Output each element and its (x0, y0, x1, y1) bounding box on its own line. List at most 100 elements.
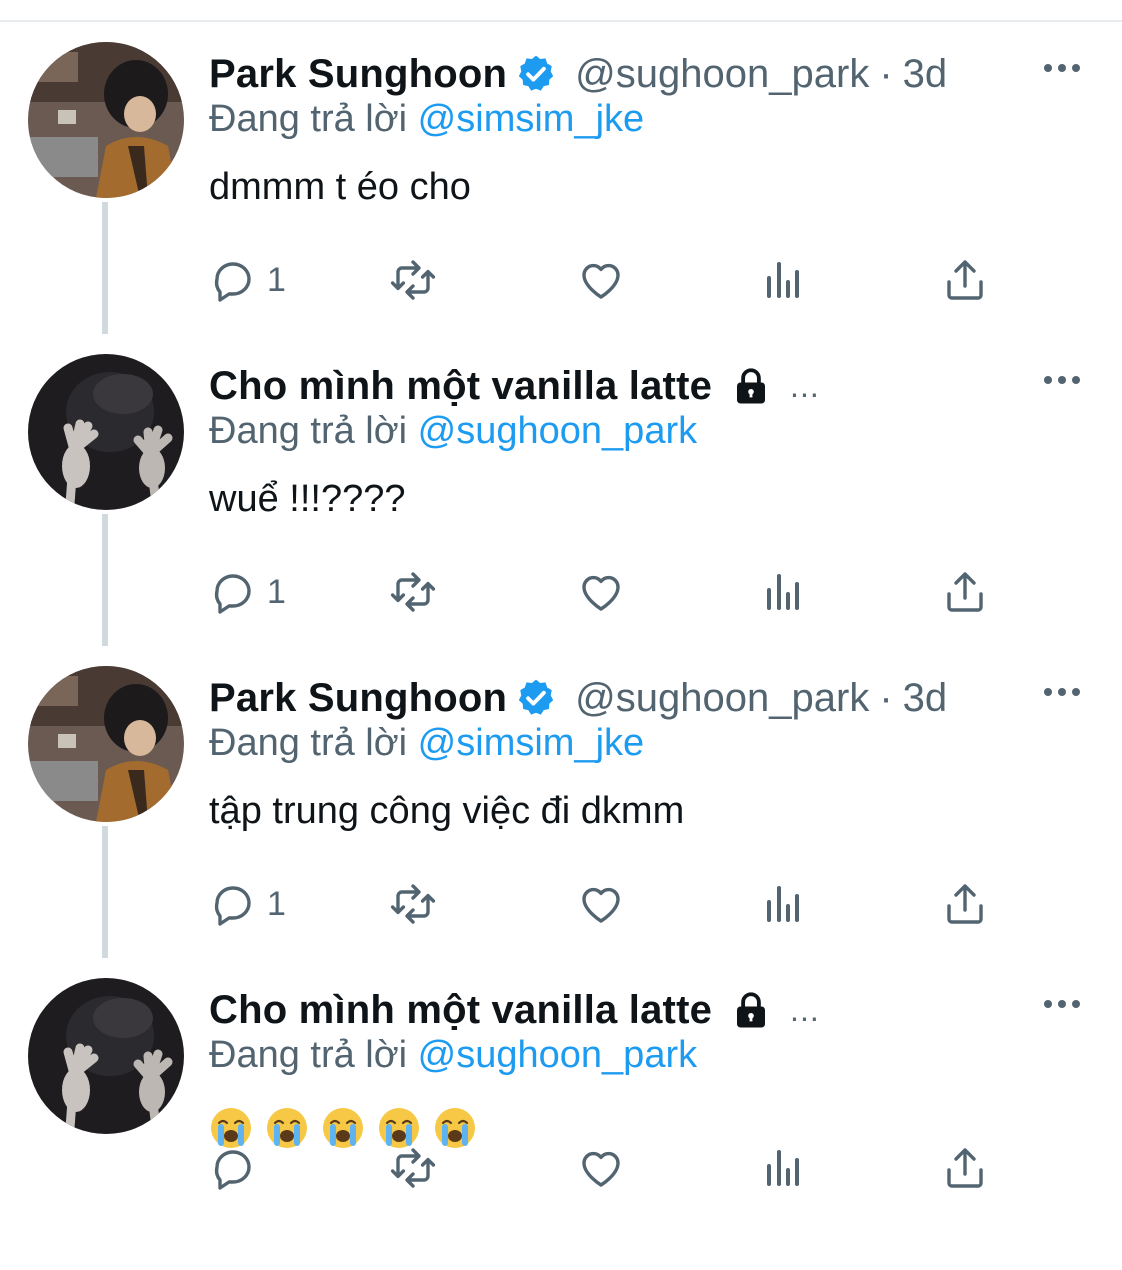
analytics-icon (767, 262, 799, 298)
tweet[interactable]: Park Sunghoon @sughoon_park · 3d Đang tr… (0, 646, 1122, 958)
replying-to: Đang trả lời @simsim_jke (209, 722, 644, 765)
tweet[interactable]: Cho mình một vanilla latte ... Đang trả … (0, 958, 1122, 1270)
analytics-icon (767, 1150, 799, 1186)
like-icon (582, 575, 620, 611)
display-name[interactable]: Park Sunghoon (209, 52, 507, 97)
tweet-header: Park Sunghoon @sughoon_park · 3d (209, 674, 947, 722)
reply-icon (214, 262, 251, 302)
avatar[interactable] (28, 978, 184, 1134)
lock-icon (737, 368, 766, 404)
name-truncation: ... (790, 991, 820, 1028)
tweet-text: dmmm t éo cho (209, 166, 471, 208)
share-button[interactable] (941, 254, 989, 306)
more-icon[interactable] (1042, 370, 1082, 390)
reply-icon (214, 886, 251, 926)
avatar-man-brown-jacket-image (28, 666, 184, 822)
analytics-button[interactable] (759, 878, 807, 930)
tweet-header: Park Sunghoon @sughoon_park · 3d (209, 50, 947, 98)
reply-button[interactable]: 1 (209, 254, 286, 306)
analytics-button[interactable] (759, 566, 807, 618)
handle[interactable]: @sughoon_park (575, 676, 869, 721)
retweet-button[interactable] (389, 566, 437, 618)
action-bar: 1 (209, 878, 1009, 930)
separator: · (879, 51, 893, 96)
share-button[interactable] (941, 878, 989, 930)
replying-to: Đang trả lời @sughoon_park (209, 1034, 697, 1077)
retweet-button[interactable] (389, 254, 437, 306)
timestamp[interactable]: 3d (903, 676, 948, 721)
mention-link[interactable]: @simsim_jke (418, 98, 644, 140)
verified-badge-icon (519, 55, 554, 91)
like-button[interactable] (577, 878, 625, 930)
display-name[interactable]: Cho mình một vanilla latte (209, 364, 712, 409)
analytics-icon (767, 886, 799, 922)
more-icon[interactable] (1042, 994, 1082, 1014)
tweet-text: wuể !!!???? (209, 478, 406, 520)
action-bar (209, 1142, 1009, 1194)
like-button[interactable] (577, 1142, 625, 1194)
retweet-button[interactable] (389, 878, 437, 930)
tweet-header: Cho mình một vanilla latte ... (209, 986, 820, 1034)
share-icon (947, 1148, 983, 1188)
like-icon (582, 263, 620, 299)
like-icon (582, 887, 620, 923)
avatar[interactable] (28, 666, 184, 822)
analytics-icon (767, 574, 799, 610)
thread-connector (102, 826, 108, 958)
tweet-header: Cho mình một vanilla latte ... (209, 362, 820, 410)
thread-connector (102, 202, 108, 334)
reply-button[interactable]: 1 (209, 878, 286, 930)
reply-button[interactable]: 1 (209, 566, 286, 618)
analytics-button[interactable] (759, 254, 807, 306)
separator: · (879, 675, 893, 720)
retweet-icon (390, 884, 436, 924)
lock-icon (737, 992, 766, 1028)
reply-count: 1 (267, 884, 286, 923)
retweet-icon (390, 572, 436, 612)
tweet[interactable]: Park Sunghoon @sughoon_park · 3d Đang tr… (0, 22, 1122, 334)
timestamp[interactable]: 3d (903, 52, 948, 97)
name-truncation: ... (790, 367, 820, 404)
analytics-button[interactable] (759, 1142, 807, 1194)
reply-button[interactable] (209, 1142, 267, 1194)
verified-badge-icon (519, 679, 554, 715)
reply-count: 1 (267, 260, 286, 299)
share-icon (947, 260, 983, 300)
replying-to-label: Đang trả lời (209, 722, 408, 764)
display-name[interactable]: Park Sunghoon (209, 676, 507, 721)
mention-link[interactable]: @sughoon_park (418, 1034, 697, 1076)
tweet[interactable]: Cho mình một vanilla latte ... Đang trả … (0, 334, 1122, 646)
reply-icon (214, 1150, 251, 1190)
more-icon[interactable] (1042, 58, 1082, 78)
tweet-text: tập trung công việc đi dkmm (209, 790, 685, 832)
retweet-button[interactable] (389, 1142, 437, 1194)
avatar[interactable] (28, 354, 184, 510)
reply-count: 1 (267, 572, 286, 611)
mention-link[interactable]: @sughoon_park (418, 410, 697, 452)
retweet-icon (390, 260, 436, 300)
share-icon (947, 884, 983, 924)
like-icon (582, 1151, 620, 1187)
avatar-man-brown-jacket-image (28, 42, 184, 198)
mention-link[interactable]: @simsim_jke (418, 722, 644, 764)
action-bar: 1 (209, 566, 1009, 618)
avatar-hands-dark-image (28, 978, 184, 1134)
action-bar: 1 (209, 254, 1009, 306)
share-button[interactable] (941, 1142, 989, 1194)
like-button[interactable] (577, 566, 625, 618)
more-icon[interactable] (1042, 682, 1082, 702)
replying-to: Đang trả lời @simsim_jke (209, 98, 644, 141)
share-button[interactable] (941, 566, 989, 618)
avatar[interactable] (28, 42, 184, 198)
replying-to-label: Đang trả lời (209, 98, 408, 140)
display-name[interactable]: Cho mình một vanilla latte (209, 988, 712, 1033)
like-button[interactable] (577, 254, 625, 306)
replying-to-label: Đang trả lời (209, 1034, 408, 1076)
replying-to-label: Đang trả lời (209, 410, 408, 452)
reply-thread: Park Sunghoon @sughoon_park · 3d Đang tr… (0, 22, 1122, 1270)
reply-icon (214, 574, 251, 614)
handle[interactable]: @sughoon_park (575, 52, 869, 97)
share-icon (947, 572, 983, 612)
replying-to: Đang trả lời @sughoon_park (209, 410, 697, 453)
avatar-hands-dark-image (28, 354, 184, 510)
